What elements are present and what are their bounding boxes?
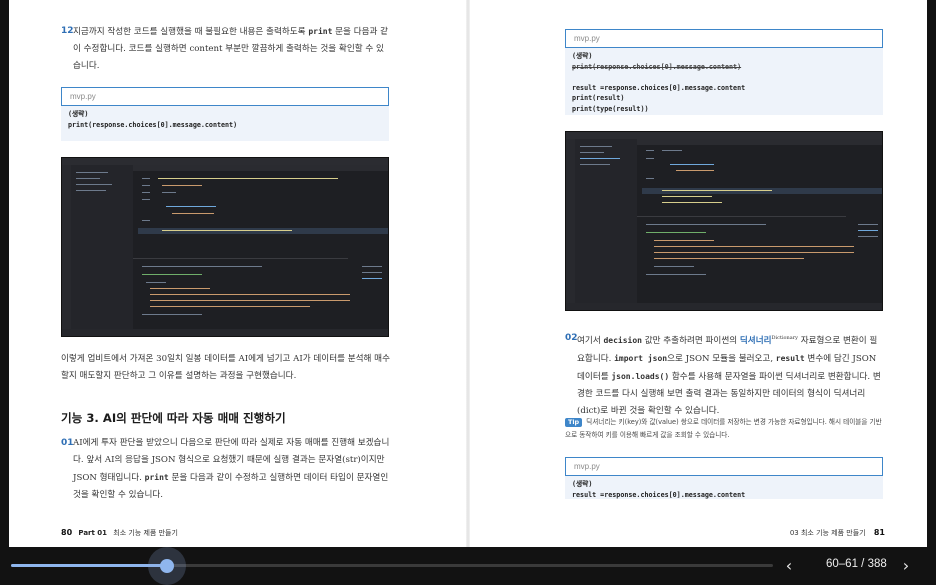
code-lines: (생략) print(response.choices[0].message.c… xyxy=(68,110,238,129)
vscode-screenshot xyxy=(61,157,389,337)
code-block-mvp: mvp.py (생략) print(response.choices[0].me… xyxy=(61,87,389,141)
step-number: 12 xyxy=(61,26,74,36)
viewer-controls: ‹ 60–61 / 388 › xyxy=(0,547,936,585)
chevron-left-icon: ‹ xyxy=(785,556,793,575)
book-spread: 12 지금까지 작성한 코드를 실행했을 때 불필요한 내용은 출력하도록 pr… xyxy=(9,0,927,547)
progress-fill xyxy=(11,564,168,567)
code-lines: (생략) print(response.choices[0].message.c… xyxy=(572,52,746,113)
progress-slider[interactable] xyxy=(11,564,773,567)
code-lines: (생략) result =response.choices[0].message… xyxy=(572,480,746,499)
tip-badge: Tip xyxy=(565,418,583,427)
vscode-screenshot-2 xyxy=(565,131,883,311)
prev-page-button[interactable]: ‹ xyxy=(780,557,798,575)
section-heading: 기능 3. AI의 판단에 따라 자동 매매 진행하기 xyxy=(61,411,286,425)
step-number: 02 xyxy=(565,333,578,343)
code-filename: mvp.py xyxy=(565,457,883,476)
paragraph-summary: 이렇게 업비트에서 가져온 30일치 일봉 데이터를 AI에게 넘기고 AI가 … xyxy=(61,354,390,381)
code-filename: mvp.py xyxy=(565,29,883,48)
code-block-mvp-2: mvp.py (생략) print(response.choices[0].me… xyxy=(565,29,883,115)
step-01: 01 AI에게 투자 판단을 받았으니 다음으로 판단에 따라 실제로 자동 매… xyxy=(61,435,391,504)
page-indicator: 60–61 / 388 xyxy=(826,558,887,570)
right-page: mvp.py (생략) print(response.choices[0].me… xyxy=(468,0,927,547)
step-02: 02 여기서 decision 값만 추출하려면 파이썬의 딕셔너리Dictio… xyxy=(565,330,885,420)
left-footer: 80 Part 01 최소 기능 제품 만들기 xyxy=(61,528,178,537)
page-number: 81 xyxy=(873,528,885,537)
page-number: 80 xyxy=(61,528,73,537)
step-number: 01 xyxy=(61,438,74,448)
next-page-button[interactable]: › xyxy=(897,557,915,575)
code-block-mvp-3: mvp.py (생략) result =response.choices[0].… xyxy=(565,457,883,499)
left-page: 12 지금까지 작성한 코드를 실행했을 때 불필요한 내용은 출력하도록 pr… xyxy=(9,0,468,547)
tip-box: Tip 딕셔너리는 키(key)와 값(value) 쌍으로 데이터를 저장하는 … xyxy=(565,418,882,439)
chevron-right-icon: › xyxy=(902,556,910,575)
right-footer: 03 최소 기능 제품 만들기 81 xyxy=(789,528,885,537)
step-12: 12 지금까지 작성한 코드를 실행했을 때 불필요한 내용은 출력하도록 pr… xyxy=(61,23,391,75)
code-filename: mvp.py xyxy=(61,87,389,106)
